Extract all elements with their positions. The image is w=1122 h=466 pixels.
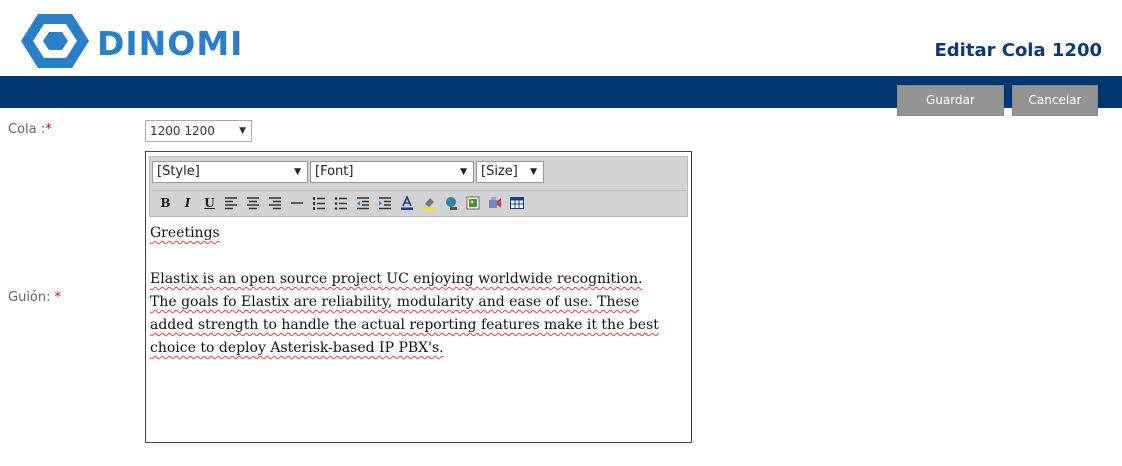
align-left-icon[interactable] (222, 194, 241, 212)
editor-content[interactable]: Greetings Elastix is an open source proj… (150, 222, 685, 360)
outdent-icon[interactable] (354, 194, 373, 212)
font-select[interactable]: [Font] ▼ (310, 161, 474, 183)
editor-toolbar: [Style] ▼ [Font] ▼ [Size] ▼ B I U (149, 156, 688, 217)
insert-link-icon[interactable] (442, 194, 461, 212)
style-select-value: [Style] (157, 164, 200, 179)
horizontal-rule-icon[interactable] (288, 194, 307, 212)
highlight-color-icon[interactable] (420, 194, 439, 212)
font-color-icon[interactable] (398, 194, 417, 212)
chevron-down-icon: ▼ (294, 167, 301, 177)
bullet-list-icon[interactable] (332, 194, 351, 212)
italic-button[interactable]: I (178, 194, 197, 212)
content-line: choice to deploy Asterisk-based IP PBX's… (150, 340, 444, 356)
content-line: Elastix is an open source project UC enj… (150, 271, 643, 287)
script-editor[interactable]: [Style] ▼ [Font] ▼ [Size] ▼ B I U Greeti… (145, 151, 692, 443)
bold-button[interactable]: B (156, 194, 175, 212)
format-toolbar-row: B I U (152, 190, 688, 214)
font-select-value: [Font] (315, 164, 354, 179)
content-line: The goals fo Elastix are reliability, mo… (150, 294, 640, 310)
insert-image-icon[interactable] (464, 194, 483, 212)
guion-label: Guión: * (8, 290, 61, 305)
logo-hexagon-icon (21, 14, 89, 68)
required-mark: * (54, 290, 62, 305)
dinomi-logo: DINOMI (20, 10, 260, 72)
content-greeting: Greetings (150, 225, 220, 241)
content-blank-line (150, 245, 685, 268)
align-center-icon[interactable] (244, 194, 263, 212)
cola-label: Cola :* (8, 122, 52, 137)
chevron-down-icon: ▼ (460, 167, 467, 177)
content-line: added strength to handle the actual repo… (150, 317, 659, 333)
style-select[interactable]: [Style] ▼ (152, 161, 308, 183)
size-select[interactable]: [Size] ▼ (476, 161, 544, 183)
cola-label-text: Cola : (8, 122, 46, 137)
underline-button[interactable]: U (200, 194, 219, 212)
page-title: Editar Cola 1200 (934, 40, 1102, 61)
chevron-down-icon: ▼ (239, 126, 246, 136)
size-select-value: [Size] (481, 164, 518, 179)
save-button[interactable]: Guardar (897, 85, 1004, 116)
required-mark: * (45, 122, 52, 137)
align-right-icon[interactable] (266, 194, 285, 212)
cola-select-value: 1200 1200 (150, 124, 215, 138)
insert-table-icon[interactable] (508, 194, 527, 212)
brand-name: DINOMI (97, 24, 244, 63)
insert-media-icon[interactable] (486, 194, 505, 212)
cola-select[interactable]: 1200 1200 ▼ (145, 120, 252, 142)
numbered-list-icon[interactable] (310, 194, 329, 212)
guion-label-text: Guión: (8, 290, 51, 305)
indent-icon[interactable] (376, 194, 395, 212)
chevron-down-icon: ▼ (530, 167, 537, 177)
cancel-button[interactable]: Cancelar (1012, 85, 1098, 116)
